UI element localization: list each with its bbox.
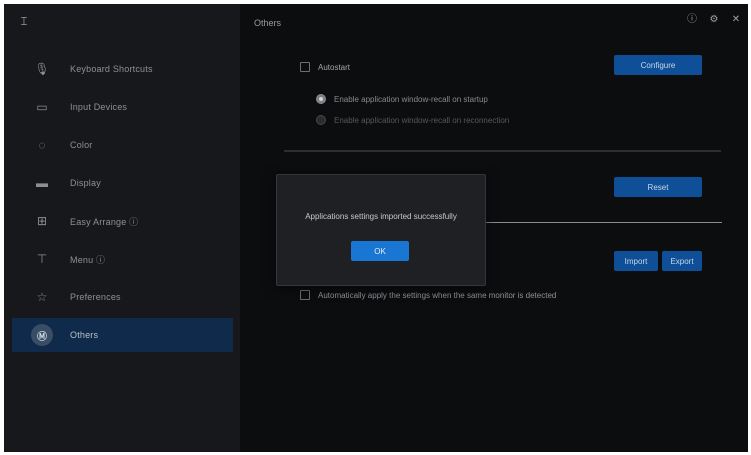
gear-icon[interactable]: ⚙ (708, 14, 720, 26)
export-button[interactable]: Export (662, 251, 702, 271)
auto-apply-label: Automatically apply the settings when th… (318, 290, 557, 300)
auto-apply-checkbox[interactable] (300, 290, 310, 300)
sidebar-item-keyboard-shortcuts[interactable]: 🎙 Keyboard Shortcuts (12, 52, 233, 86)
menu-icon: ⊤ (36, 252, 48, 266)
sidebar-item-label: Display (70, 178, 101, 188)
palette-icon: ◌ (38, 138, 46, 152)
recall-startup-radio[interactable] (316, 94, 326, 104)
auto-apply-option[interactable]: Automatically apply the settings when th… (300, 290, 556, 300)
display-icon: ▬ (36, 176, 48, 190)
success-dialog: Applications settings imported successfu… (276, 174, 486, 286)
sidebar-item-display[interactable]: ▬ Display (12, 166, 233, 200)
recall-startup-option[interactable]: Enable application window-recall on star… (316, 94, 488, 104)
reset-button[interactable]: Reset (614, 177, 702, 197)
sidebar-nav: 🎙 Keyboard Shortcuts ▭ Input Devices ◌ C… (12, 52, 233, 356)
window-controls: ⓘ ⚙ ✕ (686, 14, 742, 26)
microphone-icon: 🎙 (34, 62, 50, 76)
import-button[interactable]: Import (614, 251, 658, 271)
app-logo-icon: ⌶ (20, 14, 28, 28)
dialog-message: Applications settings imported successfu… (305, 212, 457, 221)
sidebar-item-label: Easy Arrange ⓘ (70, 216, 139, 227)
configure-button[interactable]: Configure (614, 55, 702, 75)
sidebar-item-color[interactable]: ◌ Color (12, 128, 233, 162)
recall-startup-label: Enable application window-recall on star… (334, 94, 488, 104)
sidebar-item-preferences[interactable]: ☆ Preferences (12, 280, 233, 314)
close-icon[interactable]: ✕ (730, 14, 742, 26)
star-icon: ☆ (36, 290, 48, 304)
autostart-label: Autostart (318, 62, 351, 72)
app-window: ⌶ 🎙 Keyboard Shortcuts ▭ Input Devices ◌… (4, 4, 748, 452)
recall-reconnect-option[interactable]: Enable application window-recall on reco… (316, 115, 509, 125)
sidebar: ⌶ 🎙 Keyboard Shortcuts ▭ Input Devices ◌… (4, 4, 240, 452)
monitor-icon: ▭ (36, 100, 48, 114)
recall-reconnect-label: Enable application window-recall on reco… (334, 115, 510, 125)
section-divider (284, 150, 721, 152)
autostart-checkbox[interactable] (300, 62, 310, 72)
sidebar-item-easy-arrange[interactable]: ⊞ Easy Arrange ⓘ (12, 204, 233, 238)
others-icon: Ⓜ (31, 324, 53, 346)
sidebar-item-others[interactable]: Ⓜ Others (12, 318, 233, 352)
info-icon[interactable]: ⓘ (686, 14, 698, 26)
sidebar-item-label: Input Devices (70, 102, 128, 112)
sidebar-item-label: Menu ⓘ (70, 254, 106, 265)
sidebar-item-menu[interactable]: ⊤ Menu ⓘ (12, 242, 233, 276)
sidebar-item-label: Keyboard Shortcuts (70, 64, 153, 74)
sidebar-item-input-devices[interactable]: ▭ Input Devices (12, 90, 233, 124)
sidebar-item-label: Preferences (70, 292, 121, 302)
autostart-option[interactable]: Autostart (300, 62, 350, 72)
recall-reconnect-radio[interactable] (316, 115, 326, 125)
page-title: Others (254, 18, 282, 28)
sidebar-item-label: Color (70, 140, 93, 150)
ok-button[interactable]: OK (351, 241, 409, 261)
section-divider (486, 222, 722, 223)
grid-icon: ⊞ (36, 214, 48, 228)
sidebar-item-label: Others (70, 330, 99, 340)
